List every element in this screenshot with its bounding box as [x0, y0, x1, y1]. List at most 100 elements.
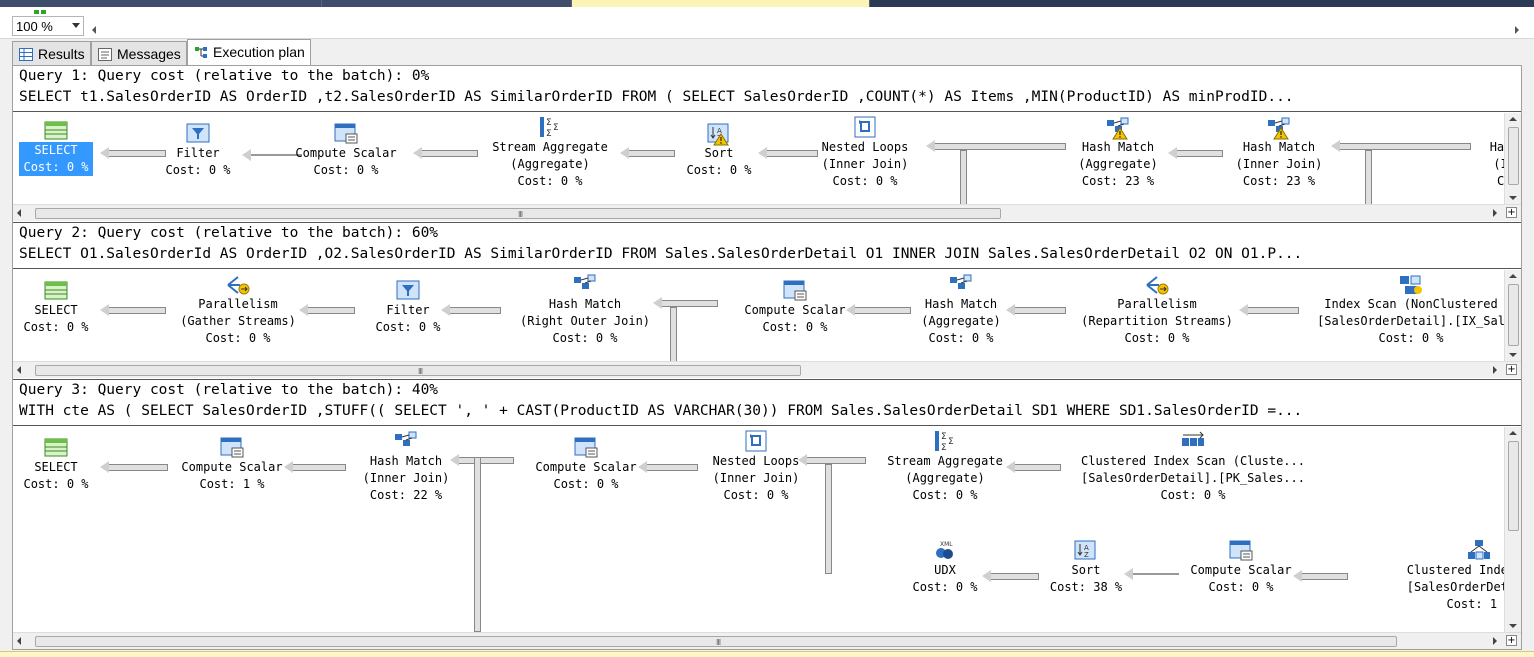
plan-operator-node[interactable]: Compute Scalar Cost: 0 % [1121, 539, 1361, 596]
status-indicator [41, 10, 46, 14]
scroll-up-icon[interactable] [1509, 431, 1517, 435]
tab-messages[interactable]: Messages [91, 41, 187, 65]
scroll-left-icon[interactable] [92, 26, 96, 34]
operator-name: Clustered Index Seek [1406, 563, 1521, 577]
plan-operator-node[interactable]: Hash Match (Inner Join) Cost: 23 % [1159, 116, 1399, 190]
plan-operator-node[interactable]: Nested Loops (Inner Join) Cost: 0 % [745, 116, 985, 190]
zoom-select[interactable]: 100 % [12, 16, 84, 36]
clustered-index-seek-icon [1467, 539, 1491, 561]
operator-name: [SalesOrderDetail].[ [1406, 580, 1521, 594]
query-3-hscrollbar[interactable]: III + [13, 632, 1521, 649]
scroll-grip: III [518, 210, 523, 219]
operator-name: Hash Match [1242, 140, 1316, 154]
query-1-plan-area: SELECT Cost: 0 % Filter Cost: 0 % Compute Sc… [13, 113, 1521, 205]
compute-scalar-icon [334, 122, 358, 144]
operator-name: [SalesOrderDetail].[PK_Sales... [1081, 471, 1305, 485]
outer-scrollbar[interactable] [1525, 65, 1534, 650]
expand-button[interactable]: + [1506, 207, 1517, 218]
plan-operator-node[interactable]: Clustered Index Seek [SalesOrderDetail].[… [1359, 539, 1521, 613]
operator-label: Parallelism (Repartition Streams) Cost: 0 … [1037, 296, 1277, 347]
operator-label: Compute Scalar Cost: 0 % [1121, 562, 1361, 596]
svg-text:Σ: Σ [546, 118, 552, 128]
svg-text:Σ: Σ [553, 123, 559, 133]
operator-name: (Inner Join) [821, 157, 909, 171]
plan-operator-node[interactable]: Hash Ma(InnerCost: [1395, 116, 1521, 190]
scroll-right-icon[interactable] [1493, 637, 1497, 645]
scroll-thumb[interactable]: III [35, 365, 801, 376]
scroll-down-icon[interactable] [1509, 624, 1517, 628]
query-1-hscrollbar[interactable]: III + [13, 204, 1521, 221]
document-tab[interactable] [0, 0, 322, 7]
operator-name: (Right Outer Join) [519, 314, 651, 328]
svg-text:Z: Z [1084, 551, 1089, 559]
execution-plan-icon [194, 46, 208, 59]
plan-operator-node[interactable]: Hash Match (Right Outer Join) Cost: 0 % [465, 273, 705, 347]
operator-name: Nested Loops [821, 140, 909, 154]
query-3-plan-area: SELECT Cost: 0 % Compute Scalar Cost: 1 % Ha… [13, 427, 1521, 632]
divider [13, 425, 1521, 426]
query-2-header: Query 2: Query cost (relative to the bat… [19, 225, 439, 241]
operator-cost: Cost: [1395, 173, 1521, 190]
udx-icon: XML [933, 539, 957, 561]
scroll-down-icon[interactable] [1509, 353, 1517, 357]
operator-label: Clustered Index Scan (Cluste... [SalesOrd… [1073, 453, 1313, 504]
plan-operator-node[interactable]: Clustered Index Scan (Cluste... [SalesOrd… [1073, 430, 1313, 504]
operator-cost: Cost: 0 % [912, 488, 978, 502]
operator-name: Clustered Index Scan (Cluste... [1081, 454, 1305, 468]
scroll-thumb[interactable]: III [35, 208, 1001, 219]
query-3-sql: WITH cte AS ( SELECT SalesOrderID ,STUFF… [19, 403, 1303, 419]
scroll-right-icon[interactable] [1493, 209, 1497, 217]
operator-name: Parallelism [1117, 297, 1197, 311]
plan-operator-node[interactable]: Index Scan (NonClustered [SalesOrderDetai… [1291, 273, 1521, 347]
operator-cost: Cost: 0 % [1160, 488, 1226, 502]
query-3-vscrollbar[interactable] [1504, 427, 1521, 632]
filter-icon [396, 279, 420, 301]
scroll-down-icon[interactable] [1509, 196, 1517, 200]
operator-name: Hash Match [548, 297, 622, 311]
svg-text:Σ: Σ [941, 432, 947, 442]
scroll-thumb[interactable] [1508, 284, 1519, 346]
plan-operator-node[interactable]: Σ Σ Σ Stream Aggregate (Aggregate) Cost: 0 % [825, 430, 1065, 504]
operator-name: (Repartition Streams) [1081, 314, 1233, 328]
query-1-header: Query 1: Query cost (relative to the bat… [19, 68, 430, 84]
zoom-value: 100 % [16, 19, 53, 34]
scroll-up-icon[interactable] [1509, 274, 1517, 278]
operator-name: Compute Scalar [1190, 563, 1292, 577]
tab-execution-plan[interactable]: Execution plan [187, 39, 311, 66]
scroll-thumb[interactable]: III [35, 636, 1397, 647]
chevron-down-icon[interactable] [72, 23, 80, 28]
execution-plan-pane: Query 1: Query cost (relative to the bat… [12, 65, 1522, 650]
query-1-vscrollbar[interactable] [1504, 113, 1521, 204]
operator-label: Hash Match (Right Outer Join) Cost: 0 % [465, 296, 705, 347]
scroll-right-icon[interactable] [1493, 366, 1497, 374]
tab-execution-plan-label: Execution plan [213, 44, 305, 60]
operator-cost: Cost: 0 % [1378, 331, 1444, 345]
operator-label: Clustered Index Seek [SalesOrderDetail].[… [1359, 562, 1521, 613]
operator-name: (Inner Join) [1235, 157, 1323, 171]
hash-match-icon [573, 273, 597, 295]
scroll-left-icon[interactable] [17, 637, 21, 645]
document-tab-active[interactable] [572, 0, 870, 7]
status-bar [0, 651, 1534, 657]
compute-scalar-icon [783, 279, 807, 301]
operator-cost: Cost: 23 % [1242, 174, 1316, 188]
scroll-up-icon[interactable] [1509, 117, 1517, 121]
scroll-thumb[interactable] [1508, 441, 1519, 531]
nested-loops-icon [744, 430, 768, 452]
query-2-vscrollbar[interactable] [1504, 270, 1521, 361]
scroll-right-icon[interactable] [1515, 26, 1519, 34]
scroll-left-icon[interactable] [17, 366, 21, 374]
hash-match-icon [1106, 116, 1130, 140]
compute-scalar-icon [574, 436, 598, 458]
select-icon [44, 279, 68, 301]
divider [13, 111, 1521, 112]
scroll-left-icon[interactable] [17, 209, 21, 217]
document-tab[interactable] [322, 0, 572, 7]
expand-button[interactable]: + [1506, 635, 1517, 646]
query-2-hscrollbar[interactable]: III + [13, 361, 1521, 378]
plan-operator-node[interactable]: Parallelism (Repartition Streams) Cost: 0 … [1037, 273, 1277, 347]
expand-button[interactable]: + [1506, 364, 1517, 375]
tab-results[interactable]: Results [12, 41, 91, 65]
divider [13, 222, 1521, 223]
scroll-thumb[interactable] [1508, 127, 1519, 185]
